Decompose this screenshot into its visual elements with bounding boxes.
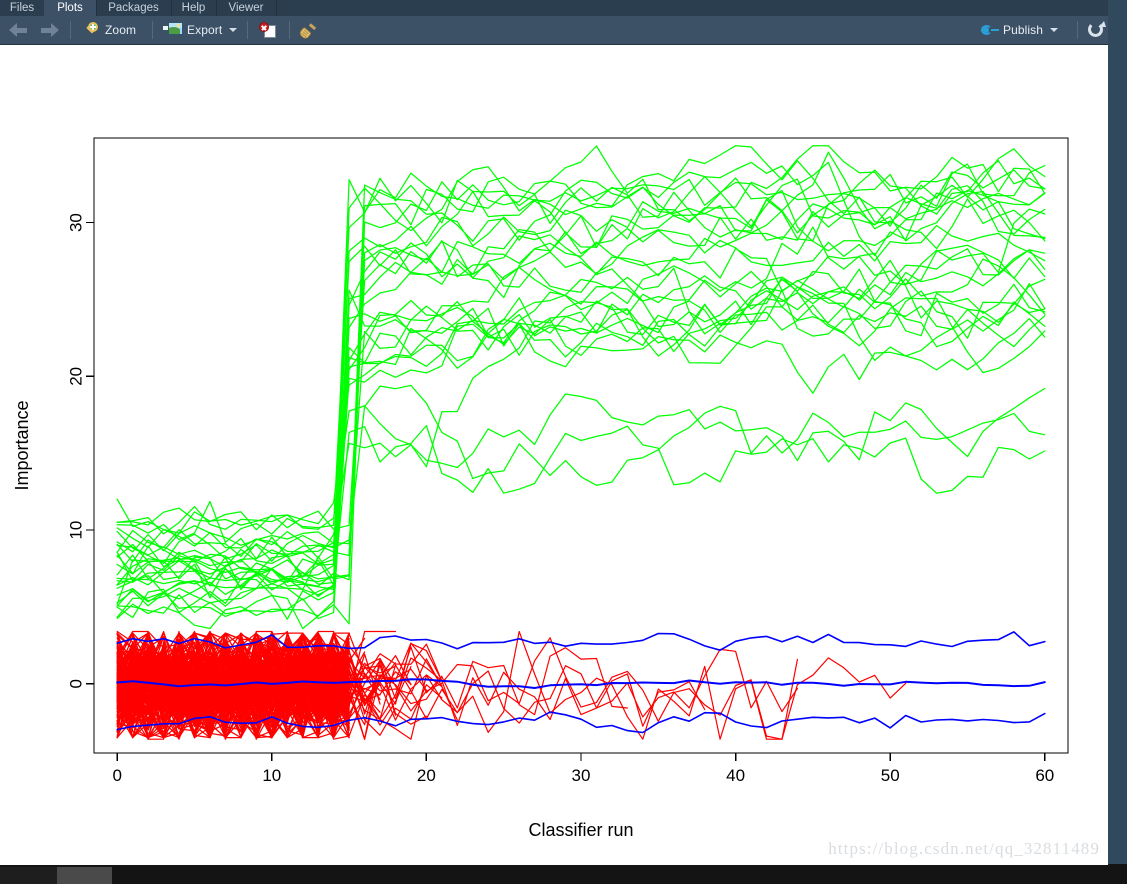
svg-text:Importance: Importance: [12, 400, 32, 490]
svg-text:Classifier run: Classifier run: [528, 820, 633, 840]
plots-pane: Files Plots Packages Help Viewer Zoom Ex…: [0, 0, 1127, 884]
publish-icon: [981, 23, 999, 37]
refresh-icon: [1087, 21, 1106, 39]
svg-text:40: 40: [726, 766, 745, 785]
svg-text:10: 10: [67, 521, 86, 540]
toolbar-separator: [70, 21, 71, 39]
publish-button[interactable]: Publish: [981, 16, 1059, 44]
back-button[interactable]: [9, 16, 29, 44]
magnifier-plus-icon: [84, 21, 101, 39]
pane-tabbar: Files Plots Packages Help Viewer: [0, 0, 1108, 16]
taskbar-start[interactable]: [0, 867, 57, 884]
svg-text:0: 0: [112, 766, 121, 785]
arrow-left-icon: [9, 23, 29, 37]
refresh-plot-button[interactable]: [1087, 16, 1106, 44]
zoom-button[interactable]: Zoom: [84, 16, 136, 44]
tab-viewer[interactable]: Viewer: [216, 0, 277, 16]
remove-plot-icon: [259, 22, 276, 38]
toolbar-separator: [1077, 21, 1078, 39]
arrow-right-icon: [39, 23, 59, 37]
tab-packages[interactable]: Packages: [96, 0, 172, 16]
toolbar-separator: [247, 21, 248, 39]
zoom-button-label: Zoom: [105, 23, 137, 37]
tab-files[interactable]: Files: [0, 0, 45, 16]
svg-text:20: 20: [417, 766, 436, 785]
publish-button-label: Publish: [1003, 23, 1044, 37]
svg-text:60: 60: [1035, 766, 1054, 785]
importance-line-chart: 0 10 20 30 40 50 60 0 10 20 30 Classifier run Import…: [12, 137, 1069, 840]
window-right-edge: [1108, 0, 1127, 884]
svg-text:30: 30: [67, 213, 86, 232]
svg-text:30: 30: [572, 766, 591, 785]
taskbar: [0, 864, 1127, 884]
svg-text:0: 0: [67, 679, 86, 688]
plots-toolbar: Zoom Export Publish: [0, 16, 1108, 45]
plot-canvas[interactable]: 0 10 20 30 40 50 60 0 10 20 30 Classifier run Import…: [0, 45, 1108, 865]
export-image-icon: [163, 22, 183, 38]
export-button[interactable]: Export: [163, 16, 238, 44]
svg-text:20: 20: [67, 367, 86, 386]
forward-button[interactable]: [39, 16, 59, 44]
tab-plots[interactable]: Plots: [44, 0, 97, 16]
remove-plot-button[interactable]: [259, 16, 276, 44]
clear-plots-button[interactable]: [298, 16, 318, 44]
toolbar-separator: [289, 21, 290, 39]
broom-icon: [298, 22, 318, 40]
export-button-label: Export: [187, 23, 223, 37]
chevron-down-icon[interactable]: [1050, 28, 1059, 32]
svg-text:10: 10: [262, 766, 281, 785]
watermark-text: https://blog.csdn.net/qq_32811489: [828, 839, 1100, 858]
svg-text:50: 50: [881, 766, 900, 785]
tab-help[interactable]: Help: [171, 0, 217, 16]
toolbar-separator: [152, 21, 153, 39]
chevron-down-icon[interactable]: [229, 28, 238, 32]
taskbar-item[interactable]: [57, 867, 112, 884]
